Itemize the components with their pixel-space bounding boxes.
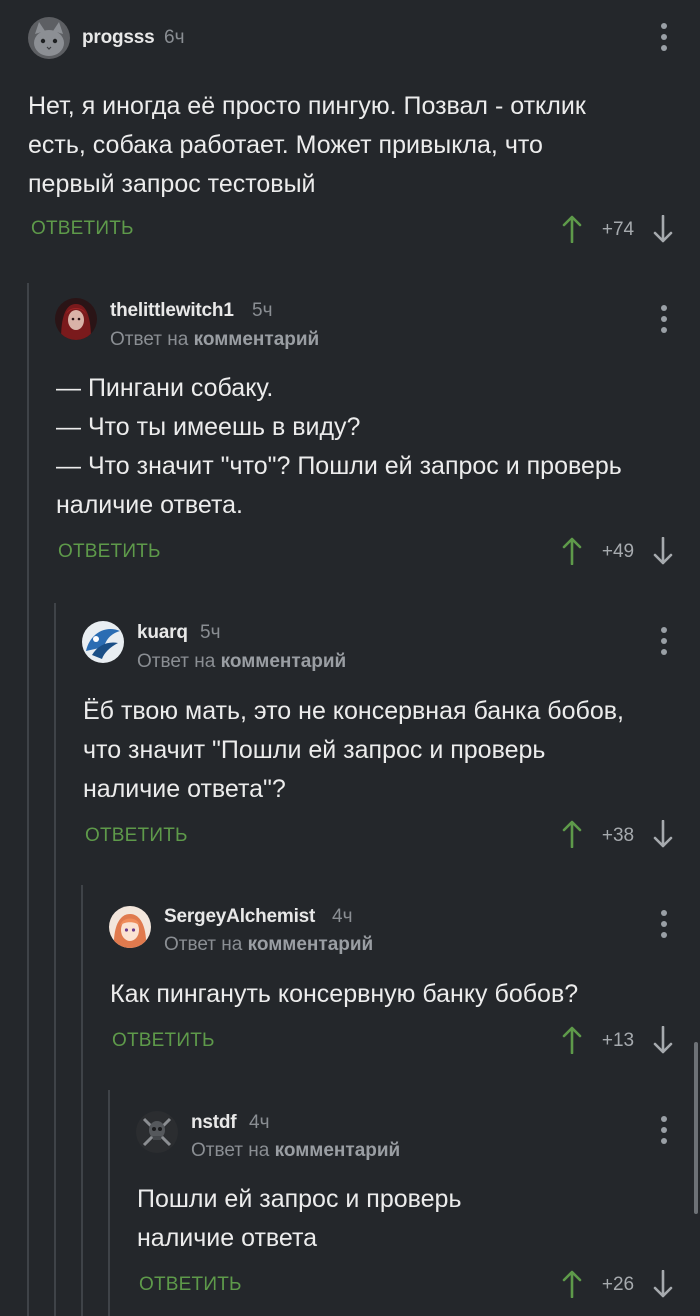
reply-button[interactable]: ОТВЕТИТЬ <box>58 541 161 563</box>
comment-username[interactable]: progsss <box>82 27 155 49</box>
reply-button[interactable]: ОТВЕТИТЬ <box>112 1030 215 1052</box>
upvote-arrow-icon[interactable] <box>561 1270 583 1298</box>
comment-time: 5ч <box>200 622 221 643</box>
comment-username[interactable]: SergeyAlchemist <box>164 906 315 928</box>
comment-username[interactable]: thelittlewitch1 <box>110 300 234 322</box>
comment-score: +38 <box>601 825 635 846</box>
reply-button[interactable]: ОТВЕТИТЬ <box>85 825 188 847</box>
reply-to-link[interactable]: Ответ на комментарий <box>164 934 373 956</box>
comment-username[interactable]: nstdf <box>191 1112 237 1134</box>
comment-text: — Пингани собаку. — Что ты имеешь в виду… <box>56 374 622 519</box>
red-haired-character-avatar-icon[interactable] <box>55 298 97 340</box>
more-options-icon[interactable] <box>660 1116 668 1144</box>
more-options-icon[interactable] <box>660 910 668 938</box>
upvote-arrow-icon[interactable] <box>561 537 583 565</box>
blue-emblem-avatar-icon[interactable] <box>82 621 124 663</box>
thread-line-1 <box>27 283 29 1316</box>
more-options-icon[interactable] <box>660 23 668 51</box>
reply-button[interactable]: ОТВЕТИТЬ <box>139 1274 242 1296</box>
upvote-arrow-icon[interactable] <box>561 215 583 243</box>
reply-to-link[interactable]: Ответ на комментарий <box>110 329 319 351</box>
downvote-arrow-icon[interactable] <box>652 1270 674 1298</box>
downvote-arrow-icon[interactable] <box>652 1026 674 1054</box>
reply-button[interactable]: ОТВЕТИТЬ <box>31 218 134 240</box>
anime-girl-avatar-icon[interactable] <box>109 906 151 948</box>
thread-line-3 <box>81 885 83 1316</box>
more-options-icon[interactable] <box>660 627 668 655</box>
comment-score: +13 <box>601 1030 635 1051</box>
upvote-arrow-icon[interactable] <box>561 820 583 848</box>
more-options-icon[interactable] <box>660 305 668 333</box>
scrollbar[interactable] <box>694 1042 698 1214</box>
comment-text: Пошли ей запрос и проверь наличие ответа <box>137 1185 462 1252</box>
comment-score: +49 <box>601 541 635 562</box>
comment-time: 4ч <box>249 1112 270 1133</box>
thread-line-4 <box>108 1090 110 1316</box>
dark-skull-avatar-icon[interactable] <box>136 1111 178 1153</box>
reply-to-link[interactable]: Ответ на комментарий <box>137 651 346 673</box>
downvote-arrow-icon[interactable] <box>652 537 674 565</box>
thread-line-2 <box>54 603 56 1316</box>
comment-score: +74 <box>601 219 635 240</box>
comment-time: 6ч <box>164 27 185 48</box>
comment-time: 5ч <box>252 300 273 321</box>
downvote-arrow-icon[interactable] <box>652 215 674 243</box>
reply-to-link[interactable]: Ответ на комментарий <box>191 1140 400 1162</box>
comment-text: Как пингануть консервную банку бобов? <box>110 980 579 1008</box>
comment-text: Ёб твою мать, это не консервная банка бо… <box>83 697 624 803</box>
comment-text: Нет, я иногда её просто пингую. Позвал -… <box>28 92 586 198</box>
comment-time: 4ч <box>332 906 353 927</box>
downvote-arrow-icon[interactable] <box>652 820 674 848</box>
upvote-arrow-icon[interactable] <box>561 1026 583 1054</box>
grey-cat-avatar-icon[interactable] <box>28 17 70 59</box>
comment-username[interactable]: kuarq <box>137 622 188 644</box>
comment-score: +26 <box>601 1274 635 1295</box>
